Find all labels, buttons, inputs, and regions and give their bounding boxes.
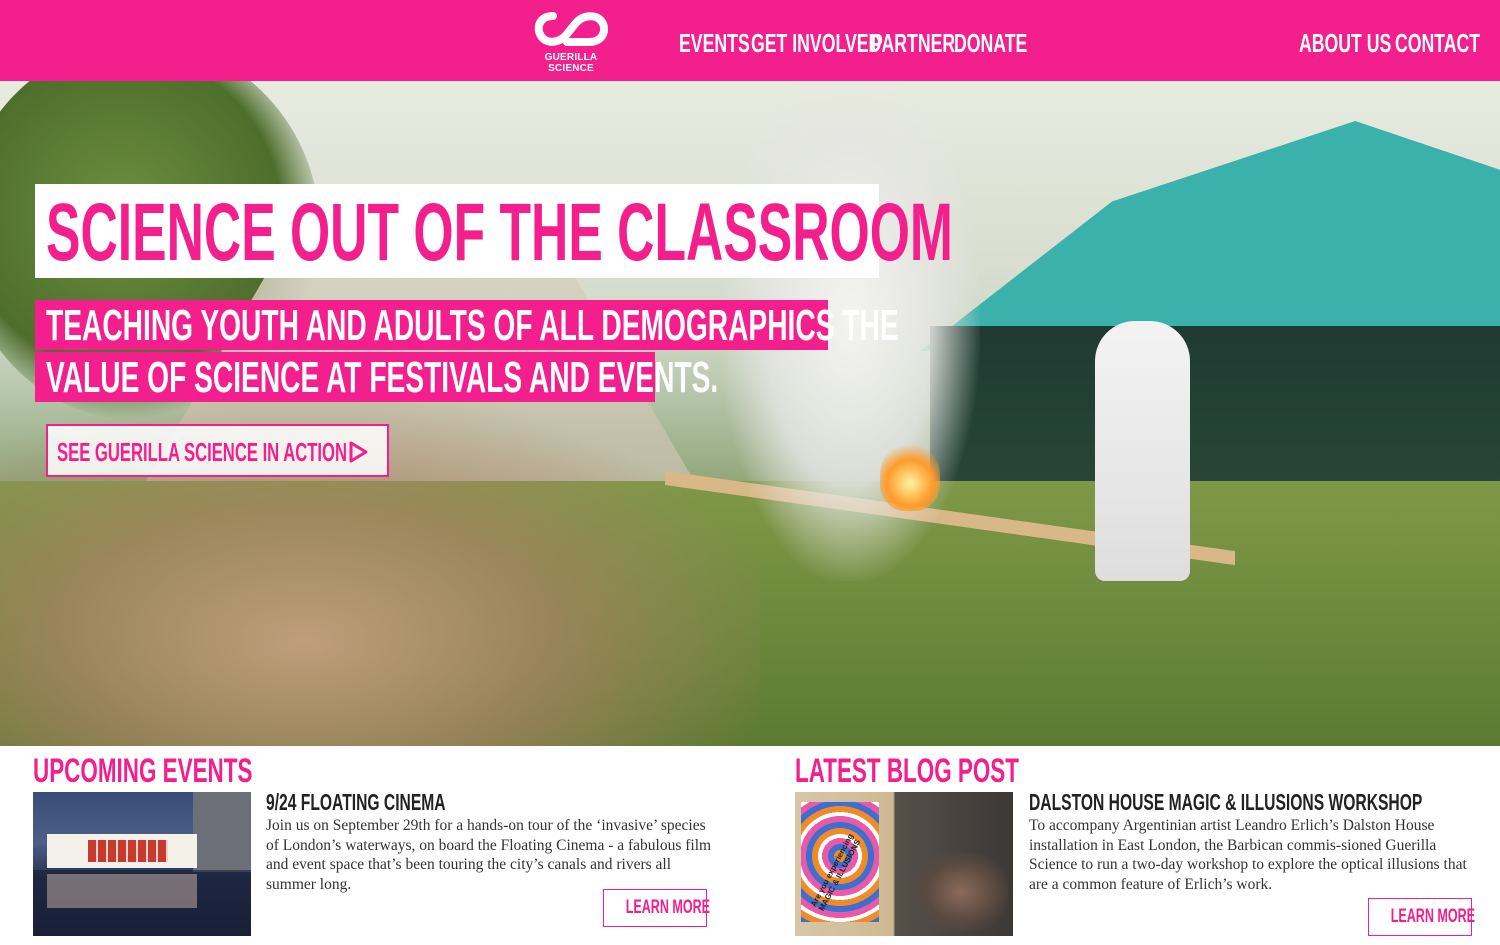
blog-learn-more-label: LEARN MORE: [1390, 906, 1476, 927]
thumb-reflection: [47, 874, 197, 908]
event-description: Join us on September 29th for a hands-on…: [266, 817, 712, 893]
logo-text: GUERILLA SCIENCE: [533, 52, 609, 74]
blog-description: To accompany Argentinian artist Leandro …: [1029, 817, 1467, 893]
blog-thumbnail[interactable]: Are you experiencing MAGIC & ILLUSIONS: [795, 792, 1013, 936]
hero-image: [0, 81, 1500, 746]
nav-about-us-label: ABOUT US: [1299, 28, 1392, 58]
blog-title-text: DALSTON HOUSE MAGIC & ILLUSIONS WORKSHOP: [1029, 789, 1423, 815]
hero-fire: [880, 441, 940, 511]
nav-donate[interactable]: DONATE: [954, 26, 1062, 60]
hero-subtitle-line-1-text: TEACHING YOUTH AND ADULTS OF ALL DEMOGRA…: [46, 301, 899, 350]
logo-line-1: GUERILLA: [544, 52, 598, 63]
latest-blog-heading-text: LATEST BLOG POST: [795, 752, 1019, 790]
nav-contact-label: CONTACT: [1395, 28, 1481, 58]
blog-learn-more-button[interactable]: LEARN MORE: [1368, 898, 1476, 936]
event-learn-more-label: LEARN MORE: [625, 897, 711, 918]
cta-label: SEE GUERILLA SCIENCE IN ACTION: [57, 435, 510, 469]
nav-get-involved-label: GET INVOLVED: [751, 28, 882, 58]
see-in-action-button[interactable]: SEE GUERILLA SCIENCE IN ACTION: [46, 424, 389, 477]
event-learn-more-button[interactable]: LEARN MORE: [603, 889, 711, 927]
nav-contact[interactable]: CONTACT: [1395, 26, 1500, 60]
blog-title[interactable]: DALSTON HOUSE MAGIC & ILLUSIONS WORKSHOP: [1029, 788, 1500, 816]
upcoming-events-heading: UPCOMING EVENTS: [33, 752, 365, 790]
hero-subtitle-line-2-text: VALUE OF SCIENCE AT FESTIVALS AND EVENTS…: [46, 353, 719, 402]
event-title-text: 9/24 FLOATING CINEMA: [266, 789, 446, 815]
thumb-building: [193, 792, 251, 872]
nav-events-label: EVENTS: [679, 28, 750, 58]
infinity-logo-icon: [534, 12, 609, 46]
thumb-kids: [913, 852, 1009, 932]
hero-title-text: SCIENCE OUT OF THE CLASSROOM: [46, 187, 953, 278]
hero-title: SCIENCE OUT OF THE CLASSROOM: [46, 188, 1486, 278]
hero-scientist: [1095, 321, 1190, 581]
nav-partner-label: PARTNER: [871, 28, 956, 58]
hero-subtitle-line-1: TEACHING YOUTH AND ADULTS OF ALL DEMOGRA…: [46, 301, 1378, 351]
play-icon: [349, 441, 368, 463]
event-thumbnail[interactable]: [33, 792, 251, 936]
guerilla-science-logo[interactable]: GUERILLA SCIENCE: [533, 6, 609, 74]
nav-donate-label: DONATE: [954, 28, 1028, 58]
hero-subtitle-line-2: VALUE OF SCIENCE AT FESTIVALS AND EVENTS…: [46, 353, 1096, 403]
latest-blog-heading: LATEST BLOG POST: [795, 752, 1134, 790]
site-header: GUERILLA SCIENCE EVENTS GET INVOLVED PAR…: [0, 0, 1500, 81]
cta-label-text: SEE GUERILLA SCIENCE IN ACTION: [57, 437, 347, 467]
upcoming-events-heading-text: UPCOMING EVENTS: [33, 752, 253, 790]
thumb-boat-windows: [88, 840, 168, 862]
logo-line-2: SCIENCE: [548, 63, 594, 74]
event-title[interactable]: 9/24 FLOATING CINEMA: [266, 788, 530, 816]
